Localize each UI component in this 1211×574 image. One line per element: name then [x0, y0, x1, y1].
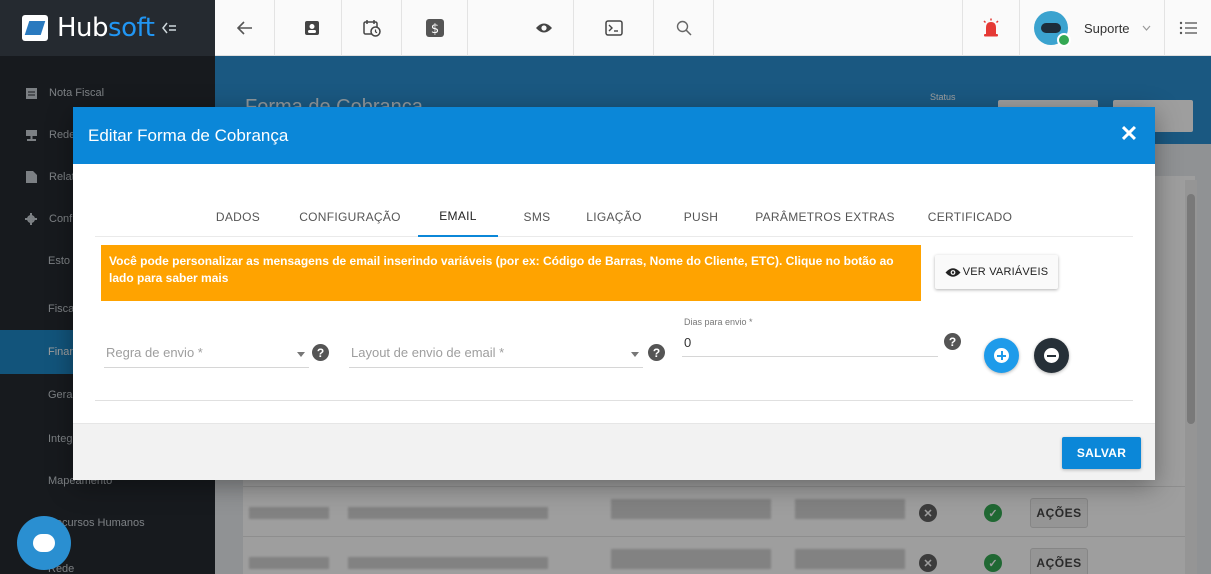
app-logo[interactable]: Hubsoft [57, 13, 155, 43]
email-layout-placeholder: Layout de envio de email * [351, 345, 505, 360]
help-icon[interactable]: ? [944, 333, 961, 350]
calendar-clock-icon[interactable] [342, 0, 402, 56]
hubsoft-logo-icon [22, 15, 48, 41]
days-to-send-value: 0 [684, 335, 692, 350]
dialog-header: Editar Forma de Cobrança ✕ [73, 107, 1155, 164]
back-arrow-icon[interactable] [215, 0, 275, 56]
chevron-down-icon [1142, 22, 1151, 34]
chat-icon[interactable] [17, 516, 71, 570]
send-rule-placeholder: Regra de envio * [106, 345, 203, 360]
save-button[interactable]: SALVAR [1062, 437, 1141, 469]
help-icon[interactable]: ? [648, 344, 665, 361]
svg-text:$: $ [430, 22, 438, 37]
send-rule-select[interactable]: Regra de envio * [104, 333, 309, 368]
tab-push[interactable]: PUSH [678, 197, 724, 237]
minus-icon [1044, 348, 1059, 363]
logo-area: Hubsoft [0, 0, 215, 56]
tab-configuracao[interactable]: CONFIGURAÇÃO [299, 197, 400, 237]
eye-icon[interactable] [514, 0, 574, 56]
tab-ligacao[interactable]: LIGAÇÃO [583, 197, 645, 237]
collapse-sidebar-icon[interactable] [162, 18, 177, 39]
search-icon[interactable] [654, 0, 714, 56]
terminal-icon[interactable] [574, 0, 654, 56]
days-to-send-label: Dias para envio * [684, 317, 753, 327]
edit-billing-method-dialog: Editar Forma de Cobrança ✕ DADOS CONFIGU… [73, 107, 1155, 480]
divider [95, 400, 1133, 401]
list-menu-icon[interactable] [1165, 0, 1211, 56]
tab-parametros-extras[interactable]: PARÂMETROS EXTRAS [755, 197, 895, 237]
caret-down-icon [631, 352, 639, 357]
top-bar: Hubsoft $ Suporte [0, 0, 1211, 56]
tab-sms[interactable]: SMS [517, 197, 557, 237]
eye-icon [945, 267, 961, 277]
view-variables-button[interactable]: VER VARIÁVEIS [935, 255, 1058, 289]
view-variables-label: VER VARIÁVEIS [962, 266, 1049, 278]
dialog-footer: SALVAR [73, 423, 1155, 480]
alarm-icon[interactable] [962, 0, 1020, 56]
add-rule-button[interactable] [984, 338, 1019, 373]
tab-certificado[interactable]: CERTIFICADO [927, 197, 1013, 237]
remove-rule-button[interactable] [1034, 338, 1069, 373]
days-to-send-input[interactable]: 0 [682, 329, 938, 357]
tab-dados[interactable]: DADOS [213, 197, 263, 237]
email-variables-alert: Você pode personalizar as mensagens de e… [101, 245, 921, 301]
user-name: Suporte [1084, 20, 1130, 36]
online-status-icon [1057, 33, 1071, 47]
close-icon[interactable]: ✕ [1119, 123, 1139, 145]
help-icon[interactable]: ? [312, 344, 329, 361]
caret-down-icon [297, 352, 305, 357]
dollar-icon[interactable]: $ [402, 0, 468, 56]
contact-card-icon[interactable] [282, 0, 342, 56]
email-layout-select[interactable]: Layout de envio de email * [349, 333, 643, 368]
dialog-title: Editar Forma de Cobrança [88, 126, 289, 145]
avatar [1034, 11, 1071, 47]
user-menu[interactable]: Suporte [1020, 0, 1165, 56]
dialog-tabs: DADOS CONFIGURAÇÃO EMAIL SMS LIGAÇÃO PUS… [95, 197, 1133, 237]
plus-icon [994, 348, 1009, 363]
tab-email[interactable]: EMAIL [418, 197, 498, 237]
